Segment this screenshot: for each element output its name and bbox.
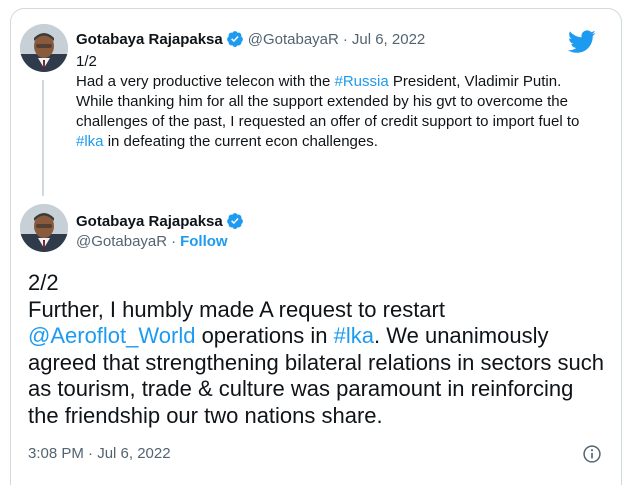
avatar[interactable] [20,24,68,72]
tweet1-text: 1/2 Had a very productive telecon with t… [76,52,596,152]
display-name[interactable]: Gotabaya Rajapaksa [76,213,223,230]
display-name[interactable]: Gotabaya Rajapaksa [76,31,223,48]
separator: · [171,233,177,250]
tweet-timestamp[interactable]: 3:08 PM · Jul 6, 2022 [28,445,171,462]
separator: · [342,30,348,48]
hashtag-link[interactable]: #Russia [334,73,388,90]
tweet2-header: Gotabaya Rajapaksa [76,212,244,230]
verified-badge-icon [226,213,243,229]
tweet-text-segment: operations in [195,323,334,348]
thread-connector-line [42,80,44,196]
tweet2-text: 2/2 Further, I humbly made A request to … [28,270,608,429]
tweet2-handle-row: @GotabayaR · Follow [76,233,228,250]
info-icon[interactable] [582,444,602,464]
handle[interactable]: @GotabayaR [248,31,339,48]
twitter-bird-icon[interactable] [568,30,596,54]
avatar[interactable] [20,204,68,252]
tweet-text-segment: 2/2 Further, I humbly made A request to … [28,270,445,322]
hashtag-link[interactable]: #lka [76,133,104,150]
tweet-text-segment: in defeating the current econ challenges… [103,133,378,150]
tweet-text-segment: 1/2 Had a very productive telecon with t… [76,53,331,90]
follow-button[interactable]: Follow [180,233,228,250]
mention-link[interactable]: @Aeroflot_World [28,323,195,348]
hashtag-link[interactable]: #lka [334,323,374,348]
verified-badge-icon [226,31,243,47]
tweet1-header: Gotabaya Rajapaksa @GotabayaR · Jul 6, 2… [76,30,425,48]
tweet-date[interactable]: Jul 6, 2022 [352,31,425,48]
handle[interactable]: @GotabayaR [76,233,167,250]
